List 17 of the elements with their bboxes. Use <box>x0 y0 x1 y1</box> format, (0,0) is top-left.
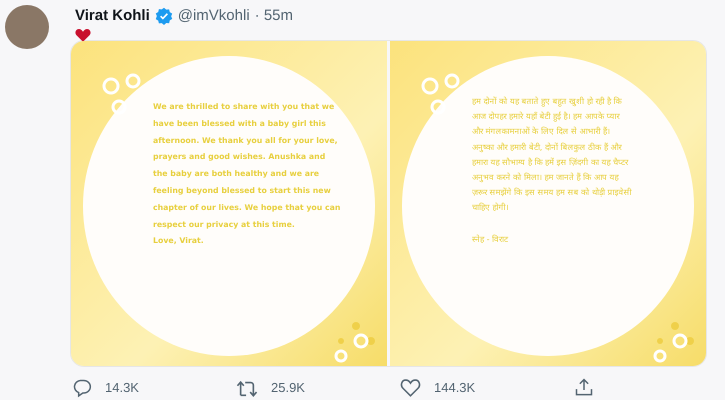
signoff-text: स्नेह - विराट <box>472 232 508 246</box>
retweet-count: 25.9K <box>271 380 305 395</box>
author-handle[interactable]: @imVkohli <box>178 7 250 25</box>
author-name[interactable]: Virat Kohli <box>75 7 150 25</box>
dots-decoration <box>334 322 375 362</box>
heart-icon <box>75 28 91 42</box>
avatar[interactable] <box>5 5 49 49</box>
speech-bubble-icon[interactable] <box>72 378 92 398</box>
like-count: 144.3K <box>434 380 476 395</box>
share-icon[interactable] <box>574 377 594 398</box>
dots-decoration <box>654 322 694 362</box>
heart-icon[interactable] <box>400 378 421 397</box>
hindi-message: हम दोनों को यह बताते हुए बहुत खुशी हो रही है कि आज दोपहर हमारे यहाँ बेटी हुई है। हम आपके प्यार और मंगलकामनाओं के लिए दिल से आभारी हैं। अनुष्का और हमारी बेटी, दोनों बिलकुल ठीक हैं और हमारा यह सौभाग्य है कि हमें इस ज़िंदगी का यह चैप्टर अनुभव करने को मिला। हम जानते हैं कि आप यह ज़रूर समझेंगे कि इस समय हम सब को थोड़ी प्राइवेसी चाहिए होगी। <box>472 95 633 214</box>
tweet-time[interactable]: · 55m <box>254 7 294 25</box>
reply-count: 14.3K <box>105 380 139 395</box>
dots-decoration <box>102 74 140 114</box>
dots-decoration <box>422 74 460 114</box>
